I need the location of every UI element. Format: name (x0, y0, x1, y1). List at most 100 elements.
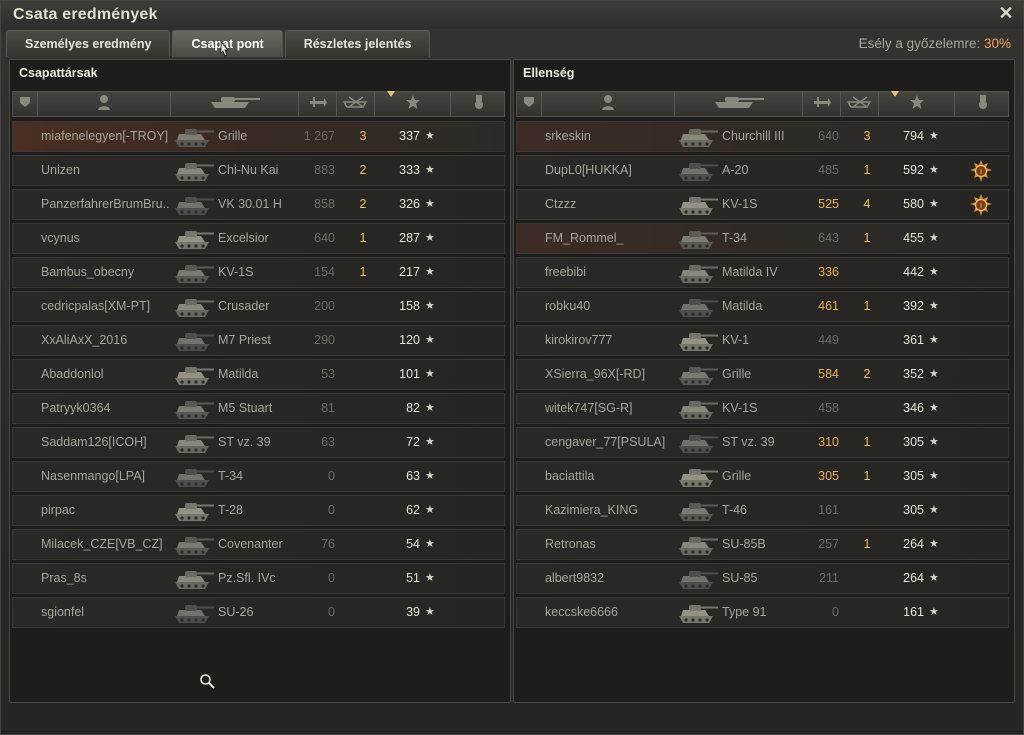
xp-star-icon: ★ (929, 504, 939, 516)
damage-value: 0 (832, 605, 839, 619)
tank-image (171, 464, 217, 490)
xp-value: 39 (406, 605, 420, 619)
frags-value: 1 (863, 537, 871, 551)
frags-value: 4 (863, 197, 871, 211)
column-kills[interactable] (337, 92, 375, 116)
player-row[interactable]: robku40 Matilda 461 1 392 ★ (516, 291, 1009, 322)
damage-value: 640 (314, 231, 335, 245)
xp-star-icon: ★ (425, 334, 435, 346)
player-row[interactable]: Pras_8s Pz.Sfl. IVc 0 51 ★ (12, 563, 505, 594)
xp-value: 580 (903, 197, 924, 211)
tank-name: Matilda IV (722, 265, 778, 279)
player-name: Milacek_CZE[VB_CZ] (41, 537, 163, 551)
damage-value: 883 (314, 163, 335, 177)
title-bar[interactable]: Csata eredmények ✕ (1, 1, 1023, 29)
player-row[interactable]: cedricpalas[XM-PT] Crusader 200 158 ★ (12, 291, 505, 322)
tank-image (171, 600, 217, 626)
tank-image (675, 226, 721, 252)
player-row[interactable]: keccske6666 Type 91 0 161 ★ (516, 597, 1009, 628)
column-tank[interactable] (171, 92, 299, 116)
player-row[interactable]: freebibi Matilda IV 336 442 ★ (516, 257, 1009, 288)
tank-name: KV-1S (218, 265, 254, 279)
xp-value: 346 (903, 401, 924, 415)
tank-image (171, 430, 217, 456)
column-player[interactable] (542, 92, 675, 116)
column-platoon[interactable] (13, 92, 38, 116)
column-medal[interactable] (451, 92, 506, 116)
frags-value (353, 462, 373, 491)
player-row[interactable]: pirpac T-28 0 62 ★ (12, 495, 505, 526)
player-name: pirpac (41, 503, 76, 517)
tank-image (675, 260, 721, 286)
player-row[interactable]: DupL0[HUKKA] A-20 485 1 592 ★ I (516, 155, 1009, 186)
player-name: keccske6666 (545, 605, 618, 619)
tank-name: A-20 (722, 163, 749, 177)
player-row[interactable]: Saddam126[ICOH] ST vz. 39 63 72 ★ (12, 427, 505, 458)
battle-results-window: Csata eredmények ✕ Személyes eredmény Cs… (0, 0, 1024, 735)
column-player[interactable] (38, 92, 171, 116)
tab-detailed-report[interactable]: Részletes jelentés (284, 30, 431, 57)
column-kills[interactable] (841, 92, 879, 116)
xp-star-icon: ★ (929, 368, 939, 380)
window-title: Csata eredmények (13, 6, 158, 23)
player-row[interactable]: PanzerfahrerBrumBru.. VK 30.01 H 858 2 3… (12, 189, 505, 220)
player-name: Retronas (545, 537, 596, 551)
medal-badge-icon[interactable]: I (969, 193, 995, 217)
tank-image (675, 464, 721, 490)
player-name: vcynus (41, 231, 80, 245)
player-row[interactable]: Ctzzz KV-1S 525 4 580 ★ I (516, 189, 1009, 220)
enemies-column-header (516, 91, 1009, 117)
tank-image (675, 566, 721, 592)
player-row[interactable]: FM_Rommel_ T-34 643 1 455 ★ (516, 223, 1009, 254)
enemies-title: Ellenség (523, 66, 575, 80)
platoon-icon (18, 95, 32, 114)
player-row[interactable]: Milacek_CZE[VB_CZ] Covenanter 76 54 ★ (12, 529, 505, 560)
tank-image (675, 396, 721, 422)
tank-image (171, 362, 217, 388)
player-row[interactable]: Unizen Chi-Nu Kai 883 2 333 ★ (12, 155, 505, 186)
column-medal[interactable] (955, 92, 1010, 116)
tank-name: Matilda (218, 367, 259, 381)
player-row[interactable]: cengaver_77[PSULA] ST vz. 39 310 1 305 ★ (516, 427, 1009, 458)
column-tank[interactable] (675, 92, 803, 116)
player-row[interactable]: miafenelegyen[-TROY] Grille 1 267 3 337 … (12, 121, 505, 152)
player-row[interactable]: sgionfel SU-26 0 39 ★ (12, 597, 505, 628)
tab-personal[interactable]: Személyes eredmény (6, 30, 171, 57)
player-row[interactable]: kirokirov777 KV-1 449 361 ★ (516, 325, 1009, 356)
damage-value: 200 (314, 299, 335, 313)
tank-name: SU-85B (722, 537, 766, 551)
player-row[interactable]: Retronas SU-85B 257 1 264 ★ (516, 529, 1009, 560)
column-damage[interactable] (803, 92, 841, 116)
player-name: Abaddonlol (41, 367, 104, 381)
column-platoon[interactable] (517, 92, 542, 116)
frags-value: 1 (863, 163, 871, 177)
column-damage[interactable] (299, 92, 337, 116)
player-row[interactable]: XSierra_96X[-RD] Grille 584 2 352 ★ (516, 359, 1009, 390)
allies-list: miafenelegyen[-TROY] Grille 1 267 3 337 … (12, 121, 505, 631)
xp-value: 62 (406, 503, 420, 517)
player-row[interactable]: srkeskin Churchill III 640 3 794 ★ (516, 121, 1009, 152)
frags-value (353, 292, 373, 321)
xp-star-icon: ★ (425, 504, 435, 516)
player-row[interactable]: Nasenmango[LPA] T-34 0 63 ★ (12, 461, 505, 492)
medal-badge-icon[interactable]: I (969, 159, 995, 183)
player-name: witek747[SG-R] (545, 401, 633, 415)
player-row[interactable]: baciattila Grille 305 1 305 ★ (516, 461, 1009, 492)
player-row[interactable]: albert9832 SU-85 211 264 ★ (516, 563, 1009, 594)
xp-star-icon: ★ (929, 334, 939, 346)
player-row[interactable]: Kazimiera_KING T-46 161 305 ★ (516, 495, 1009, 526)
damage-value: 53 (321, 367, 335, 381)
medal-icon (978, 94, 988, 115)
player-row[interactable]: Abaddonlol Matilda 53 101 ★ (12, 359, 505, 390)
tank-name: SU-26 (218, 605, 254, 619)
player-row[interactable]: witek747[SG-R] KV-1S 458 346 ★ (516, 393, 1009, 424)
tank-image (171, 158, 217, 184)
player-row[interactable]: Patryyk0364 M5 Stuart 81 82 ★ (12, 393, 505, 424)
xp-value: 161 (903, 605, 924, 619)
player-row[interactable]: Bambus_obecny KV-1S 154 1 217 ★ (12, 257, 505, 288)
close-icon[interactable]: ✕ (997, 4, 1015, 22)
xp-value: 361 (903, 333, 924, 347)
svg-text:I: I (980, 202, 982, 210)
player-row[interactable]: vcynus Excelsior 640 1 287 ★ (12, 223, 505, 254)
player-row[interactable]: XxAliAxX_2016 M7 Priest 290 120 ★ (12, 325, 505, 356)
